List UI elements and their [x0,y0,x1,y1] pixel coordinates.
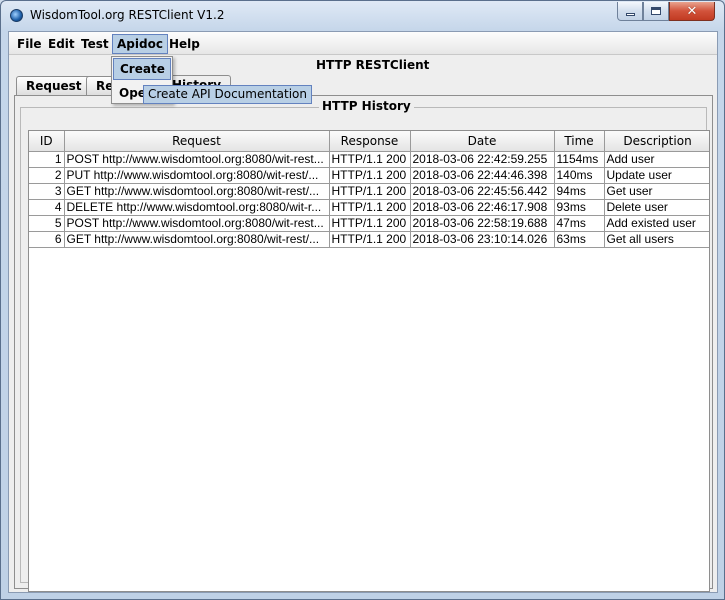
column-header-date[interactable]: Date [410,131,555,152]
menu-file[interactable]: File [13,34,46,54]
cell-response: HTTP/1.1 200 [329,199,411,216]
cell-request: POST http://www.wisdomtool.org:8080/wit-… [64,215,330,232]
cell-request: DELETE http://www.wisdomtool.org:8080/wi… [64,199,330,216]
cell-date: 2018-03-06 22:42:59.255 [410,151,555,168]
table-row[interactable]: 6 GET http://www.wisdomtool.org:8080/wit… [29,231,709,248]
table-row[interactable]: 2 PUT http://www.wisdomtool.org:8080/wit… [29,167,709,184]
title-bar[interactable]: WisdomTool.org RESTClient V1.2 ✕ [1,1,724,31]
column-header-request[interactable]: Request [64,131,330,152]
window-title: WisdomTool.org RESTClient V1.2 [30,8,225,22]
close-icon: ✕ [686,3,698,19]
history-panel: HTTP History ID Request Response Date Ti… [14,95,713,592]
tab-request[interactable]: Request [16,76,92,96]
menu-help[interactable]: Help [165,34,204,54]
table-row[interactable]: 1 POST http://www.wisdomtool.org:8080/wi… [29,151,709,168]
close-button[interactable]: ✕ [669,2,715,21]
cell-description: Get all users [604,231,709,248]
menu-item-create[interactable]: Create [113,58,171,80]
cell-description: Get user [604,183,709,200]
cell-date: 2018-03-06 22:46:17.908 [410,199,555,216]
maximize-icon [651,7,661,15]
cell-time: 93ms [554,199,605,216]
cell-date: 2018-03-06 22:44:46.398 [410,167,555,184]
cell-request: PUT http://www.wisdomtool.org:8080/wit-r… [64,167,330,184]
cell-response: HTTP/1.1 200 [329,151,411,168]
history-groupbox: HTTP History ID Request Response Date Ti… [20,99,710,592]
cell-id: 3 [29,183,65,200]
menu-test[interactable]: Test [77,34,113,54]
column-header-time[interactable]: Time [554,131,605,152]
cell-date: 2018-03-06 23:10:14.026 [410,231,555,248]
cell-response: HTTP/1.1 200 [329,183,411,200]
app-logo-icon [10,9,23,22]
cell-description: Delete user [604,199,709,216]
tooltip-create-api-doc: Create API Documentation [143,85,312,104]
table-row[interactable]: 5 POST http://www.wisdomtool.org:8080/wi… [29,215,709,232]
cell-id: 2 [29,167,65,184]
menu-apidoc[interactable]: Apidoc [112,34,168,54]
cell-id: 1 [29,151,65,168]
cell-response: HTTP/1.1 200 [329,167,411,184]
minimize-button[interactable] [617,2,643,21]
cell-description: Update user [604,167,709,184]
cell-time: 63ms [554,231,605,248]
app-window: WisdomTool.org RESTClient V1.2 ✕ File Ed… [0,0,725,600]
cell-date: 2018-03-06 22:45:56.442 [410,183,555,200]
app-section-title: HTTP RESTClient [313,58,433,72]
cell-id: 6 [29,231,65,248]
cell-request: GET http://www.wisdomtool.org:8080/wit-r… [64,183,330,200]
cell-id: 4 [29,199,65,216]
cell-time: 140ms [554,167,605,184]
minimize-icon [625,12,635,16]
cell-time: 47ms [554,215,605,232]
client-area: File Edit Test Apidoc Help HTTP RESTClie… [8,31,718,593]
column-header-id[interactable]: ID [29,131,65,152]
maximize-button[interactable] [643,2,669,21]
cell-id: 5 [29,215,65,232]
history-table: ID Request Response Date Time Descriptio… [29,131,709,248]
cell-time: 1154ms [554,151,605,168]
cell-description: Add existed user [604,215,709,232]
table-row[interactable]: 3 GET http://www.wisdomtool.org:8080/wit… [29,183,709,200]
history-title: HTTP History [319,99,414,113]
cell-time: 94ms [554,183,605,200]
cell-response: HTTP/1.1 200 [329,231,411,248]
menu-edit[interactable]: Edit [44,34,79,54]
cell-request: POST http://www.wisdomtool.org:8080/wit-… [64,151,330,168]
column-header-response[interactable]: Response [329,131,411,152]
cell-date: 2018-03-06 22:58:19.688 [410,215,555,232]
menu-bar: File Edit Test Apidoc Help [9,32,717,55]
cell-description: Add user [604,151,709,168]
history-table-scroll[interactable]: ID Request Response Date Time Descriptio… [28,130,710,592]
table-header-row: ID Request Response Date Time Descriptio… [29,131,709,152]
column-header-description[interactable]: Description [604,131,709,152]
cell-response: HTTP/1.1 200 [329,215,411,232]
table-row[interactable]: 4 DELETE http://www.wisdomtool.org:8080/… [29,199,709,216]
cell-request: GET http://www.wisdomtool.org:8080/wit-r… [64,231,330,248]
